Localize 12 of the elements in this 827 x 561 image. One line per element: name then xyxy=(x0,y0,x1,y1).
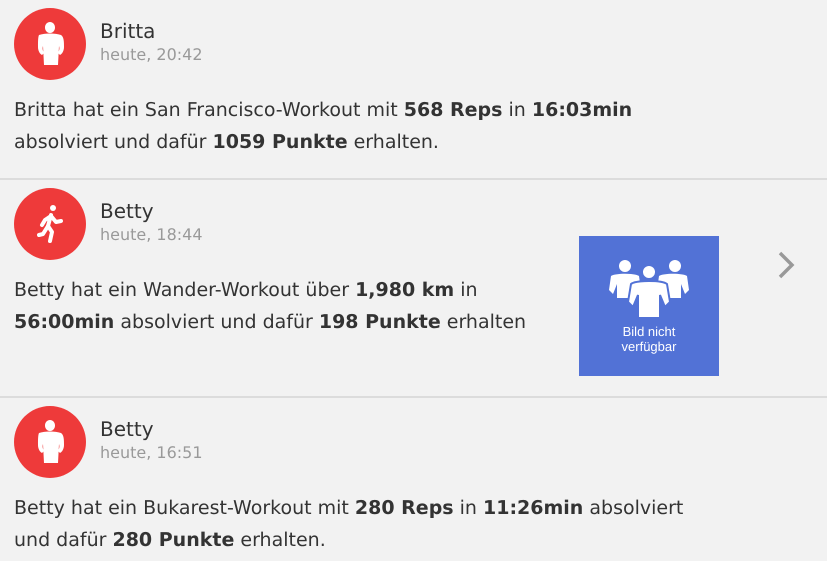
user-name: Betty xyxy=(100,416,155,440)
timestamp: heute, 18:44 xyxy=(100,224,203,244)
placeholder-caption: Bild nicht verfügbar xyxy=(620,324,678,354)
timestamp: heute, 16:51 xyxy=(100,442,203,462)
timestamp: heute, 20:42 xyxy=(100,44,203,64)
activity-message: Britta hat ein San Francisco-Workout mit 568 Reps in 16:03min absolviert und dafür 1059 Punkte erhalten. xyxy=(14,98,634,155)
user-name: Betty xyxy=(100,198,155,222)
runner-icon xyxy=(37,204,63,244)
activity-message: Betty hat ein Wander-Workout über 1,980 km in 56:00min absolviert und dafür 198 Punkte erhalten xyxy=(14,278,528,335)
chevron-right-icon[interactable] xyxy=(777,250,795,280)
user-name: Britta xyxy=(100,18,156,42)
activity-message: Betty hat ein Bukarest-Workout mit 280 Reps in 11:26min absolviert und dafür 280 Punkte erhalten. xyxy=(14,496,684,553)
